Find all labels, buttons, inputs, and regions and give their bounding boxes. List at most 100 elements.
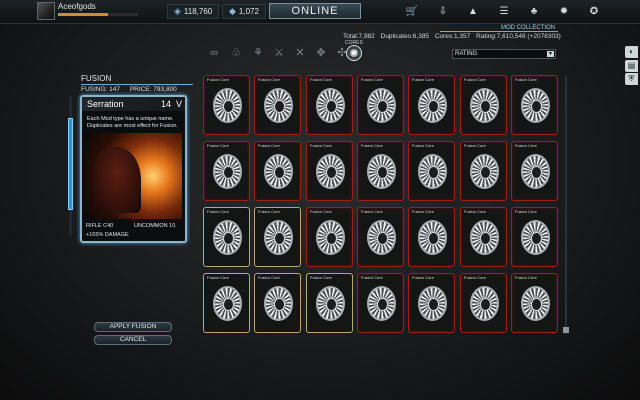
mod-artwork: [85, 133, 182, 219]
fusion-core-title: Fusion Core: [515, 77, 537, 82]
fusion-core-card[interactable]: Fusion Core: [408, 141, 455, 201]
fusion-core-icon: [316, 286, 345, 321]
fusion-core-card[interactable]: Fusion Core: [203, 141, 250, 201]
fusion-core-title: Fusion Core: [464, 275, 486, 280]
fusion-core-title: Fusion Core: [207, 209, 229, 214]
username[interactable]: Aceofgods: [58, 2, 96, 11]
infinity-icon[interactable]: ∞: [206, 45, 222, 61]
fusion-core-card[interactable]: Fusion Core: [306, 75, 353, 135]
alerts-icon[interactable]: ♣: [527, 5, 541, 19]
crossed-blades-icon[interactable]: ✕: [292, 45, 308, 61]
mod-name: Serration: [87, 99, 124, 109]
fusion-core-icon: [264, 220, 293, 255]
fusion-core-title: Fusion Core: [258, 209, 280, 214]
fusion-core-icon[interactable]: ✺: [346, 45, 362, 61]
market-icon[interactable]: 🛒: [405, 5, 419, 19]
fusion-core-card[interactable]: Fusion Core: [203, 207, 250, 267]
rank-slider[interactable]: [68, 118, 73, 210]
fusion-core-card[interactable]: Fusion Core: [203, 75, 250, 135]
fusion-core-card[interactable]: Fusion Core: [357, 141, 404, 201]
mod-effect: +165% DAMAGE: [86, 232, 129, 238]
mod-type: RIFLE C40: [86, 223, 114, 229]
codex-icon[interactable]: ☰: [497, 5, 511, 19]
online-status-button[interactable]: ONLINE: [269, 3, 361, 19]
inventory-icon[interactable]: ⇩: [436, 5, 450, 19]
selected-mod-card[interactable]: Serration 14 V Each Mod type has a uniqu…: [80, 95, 187, 243]
fusion-core-card[interactable]: Fusion Core: [254, 273, 301, 333]
fusion-core-card[interactable]: Fusion Core: [306, 207, 353, 267]
fusion-core-icon: [521, 154, 550, 189]
collection-stats: Total:7,982 Duplicates:6,385 Cores:1,357…: [343, 33, 565, 40]
fusion-core-card[interactable]: Fusion Core: [254, 207, 301, 267]
foundry-icon[interactable]: ▲: [466, 5, 480, 19]
fusion-core-card[interactable]: Fusion Core: [306, 141, 353, 201]
fusion-core-title: Fusion Core: [361, 143, 383, 148]
fusion-price: PRICE: 793,800: [129, 86, 177, 93]
fusion-core-icon: [264, 88, 293, 123]
sort-dropdown[interactable]: RATING ▼: [452, 49, 556, 59]
platinum-value: 1,072: [238, 7, 259, 16]
fusion-core-icon: [521, 220, 550, 255]
avatar[interactable]: [37, 2, 55, 20]
scroll-handle[interactable]: [563, 327, 569, 333]
fusion-core-icon: [470, 286, 499, 321]
drone-icon[interactable]: ✥: [313, 45, 329, 61]
fusion-core-card[interactable]: Fusion Core: [408, 75, 455, 135]
library-icon[interactable]: ▤: [625, 60, 638, 72]
xp-bar-fill: [58, 13, 108, 16]
platinum-display[interactable]: ◆ 1,072: [222, 4, 266, 19]
fusion-core-card[interactable]: Fusion Core: [460, 273, 507, 333]
fusion-core-title: Fusion Core: [412, 275, 434, 280]
fusion-core-card[interactable]: Fusion Core: [306, 273, 353, 333]
fusion-core-card[interactable]: Fusion Core: [511, 273, 558, 333]
fusion-core-card[interactable]: Fusion Core: [460, 141, 507, 201]
tri-loop-icon[interactable]: ♧: [228, 45, 244, 61]
fusion-core-card[interactable]: Fusion Core: [357, 75, 404, 135]
fusion-core-grid: Fusion Core Fusion Core Fusion Core Fusion …: [203, 75, 561, 340]
fusion-core-title: Fusion Core: [412, 209, 434, 214]
fusion-core-title: Fusion Core: [258, 275, 280, 280]
mod-drain: 14: [160, 99, 171, 109]
fusion-core-icon: [367, 154, 396, 189]
fusion-core-icon: [367, 88, 396, 123]
fusion-core-card[interactable]: Fusion Core: [511, 75, 558, 135]
fusion-core-card[interactable]: Fusion Core: [357, 273, 404, 333]
settings-icon[interactable]: ✹: [557, 5, 571, 19]
fusion-core-card[interactable]: Fusion Core: [357, 207, 404, 267]
platinum-icon: ◆: [229, 6, 236, 16]
cancel-button[interactable]: CANCEL: [94, 335, 172, 345]
fusion-core-card[interactable]: Fusion Core: [460, 75, 507, 135]
fusion-core-card[interactable]: Fusion Core: [460, 207, 507, 267]
fusion-core-card[interactable]: Fusion Core: [254, 75, 301, 135]
sort-value: RATING: [455, 51, 478, 57]
fusion-core-title: Fusion Core: [258, 77, 280, 82]
fusion-core-icon: [418, 220, 447, 255]
fusion-core-icon: [213, 286, 242, 321]
fusion-core-card[interactable]: Fusion Core: [408, 273, 455, 333]
exit-icon[interactable]: ✪: [587, 5, 601, 19]
fusion-core-icon: [316, 220, 345, 255]
chat-icon[interactable]: ◐: [625, 46, 638, 58]
fusion-title: FUSION: [81, 74, 112, 83]
shield-icon[interactable]: ⛨: [625, 73, 638, 85]
fusion-core-card[interactable]: Fusion Core: [511, 207, 558, 267]
fusion-core-card[interactable]: Fusion Core: [511, 141, 558, 201]
fusion-core-icon: [470, 88, 499, 123]
fusion-core-card[interactable]: Fusion Core: [408, 207, 455, 267]
fusion-core-icon: [213, 220, 242, 255]
grid-scrollbar[interactable]: [565, 76, 567, 334]
stat-total: Total:7,982: [343, 33, 375, 40]
credits-display: ◈ 118,760: [167, 4, 220, 19]
chevron-down-icon: ▼: [547, 51, 554, 57]
fusion-core-title: Fusion Core: [361, 209, 383, 214]
section-divider: [440, 31, 558, 32]
fusion-core-card[interactable]: Fusion Core: [203, 273, 250, 333]
fusion-core-icon: [316, 154, 345, 189]
mod-tooltip: Each Mod type has a unique name. Duplica…: [87, 116, 178, 129]
fusion-core-title: Fusion Core: [515, 275, 537, 280]
blade-icon[interactable]: ⚔: [271, 45, 287, 61]
fusion-core-icon: [264, 154, 293, 189]
fusion-core-card[interactable]: Fusion Core: [254, 141, 301, 201]
feather-icon[interactable]: ⚘: [250, 45, 266, 61]
apply-fusion-button[interactable]: APPLY FUSION: [94, 322, 172, 332]
